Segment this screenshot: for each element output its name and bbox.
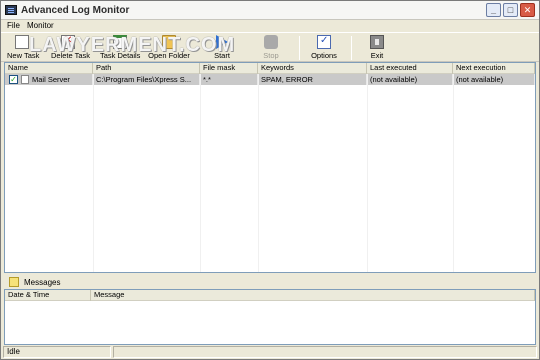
column-divider xyxy=(93,74,94,272)
column-header-file-mask[interactable]: File mask xyxy=(200,63,258,74)
messages-table: Date & Time Message xyxy=(4,289,536,345)
column-divider xyxy=(367,74,368,272)
app-icon xyxy=(5,5,17,15)
column-header-next-execution[interactable]: Next execution xyxy=(453,63,535,74)
stop-icon xyxy=(264,35,278,49)
status-bar: Idle xyxy=(1,345,539,359)
task-details-label: Task Details xyxy=(100,51,141,60)
menu-file[interactable]: File xyxy=(7,21,20,30)
task-details-button[interactable]: Task Details xyxy=(100,34,140,62)
note-icon xyxy=(9,277,19,287)
column-header-path[interactable]: Path xyxy=(93,63,200,74)
start-button[interactable]: Start xyxy=(207,34,237,62)
title-bar[interactable]: Advanced Log Monitor _ □ ✕ xyxy=(1,1,539,20)
close-button[interactable]: ✕ xyxy=(520,3,535,17)
menu-monitor[interactable]: Monitor xyxy=(27,21,54,30)
column-divider xyxy=(453,74,454,272)
open-folder-button[interactable]: Open Folder xyxy=(148,34,190,62)
column-header-date-time[interactable]: Date & Time xyxy=(5,290,91,301)
delete-task-button[interactable]: Delete Task xyxy=(51,34,91,62)
messages-title: Messages xyxy=(24,278,61,287)
new-task-label: New Task xyxy=(7,51,40,60)
column-header-name[interactable]: Name xyxy=(5,63,93,74)
toolbar: New Task Delete Task Task Details Open F… xyxy=(1,32,539,62)
minimize-button[interactable]: _ xyxy=(486,3,501,17)
open-folder-label: Open Folder xyxy=(148,51,190,60)
table-row[interactable]: ✓ Mail Server C:\Program Files\Xpress S.… xyxy=(5,74,535,85)
task-enabled-checkbox[interactable]: ✓ xyxy=(9,75,18,84)
cell-next-execution: (not available) xyxy=(453,74,535,85)
cell-last-executed: (not available) xyxy=(367,74,453,85)
cell-keywords: SPAM, ERROR xyxy=(258,74,367,85)
column-divider xyxy=(200,74,201,272)
tasks-table: Name Path File mask Keywords Last execut… xyxy=(4,62,536,273)
tasks-table-header: Name Path File mask Keywords Last execut… xyxy=(5,63,535,74)
toolbar-separator xyxy=(299,36,300,60)
column-header-message[interactable]: Message xyxy=(91,290,535,301)
task-details-icon xyxy=(113,35,127,49)
options-icon xyxy=(317,35,331,49)
cell-path: C:\Program Files\Xpress S... xyxy=(93,74,200,85)
exit-icon xyxy=(370,35,384,49)
exit-label: Exit xyxy=(370,51,384,60)
toolbar-separator xyxy=(351,36,352,60)
new-task-button[interactable]: New Task xyxy=(7,34,40,62)
column-header-keywords[interactable]: Keywords xyxy=(258,63,367,74)
column-divider xyxy=(258,74,259,272)
exit-button[interactable]: Exit xyxy=(363,34,391,62)
messages-panel-header: Messages xyxy=(4,276,536,289)
status-text: Idle xyxy=(3,346,111,358)
stop-label: Stop xyxy=(263,51,279,60)
new-task-icon xyxy=(15,35,29,49)
cell-file-mask: *.* xyxy=(200,74,258,85)
menu-bar: File Monitor xyxy=(1,20,539,32)
maximize-button[interactable]: □ xyxy=(503,3,518,17)
status-panel xyxy=(113,346,537,358)
cell-name: Mail Server xyxy=(29,74,93,85)
stop-button[interactable]: Stop xyxy=(256,34,286,62)
window-title: Advanced Log Monitor xyxy=(21,5,130,16)
folder-icon xyxy=(162,35,176,49)
options-button[interactable]: Options xyxy=(307,34,341,62)
delete-task-icon xyxy=(61,35,75,49)
options-label: Options xyxy=(311,51,337,60)
task-icon xyxy=(21,75,29,84)
column-header-last-executed[interactable]: Last executed xyxy=(367,63,453,74)
delete-task-label: Delete Task xyxy=(51,51,91,60)
start-label: Start xyxy=(214,51,230,60)
app-window: Advanced Log Monitor _ □ ✕ File Monitor … xyxy=(0,0,540,360)
play-icon xyxy=(216,35,228,49)
messages-table-header: Date & Time Message xyxy=(5,290,535,301)
